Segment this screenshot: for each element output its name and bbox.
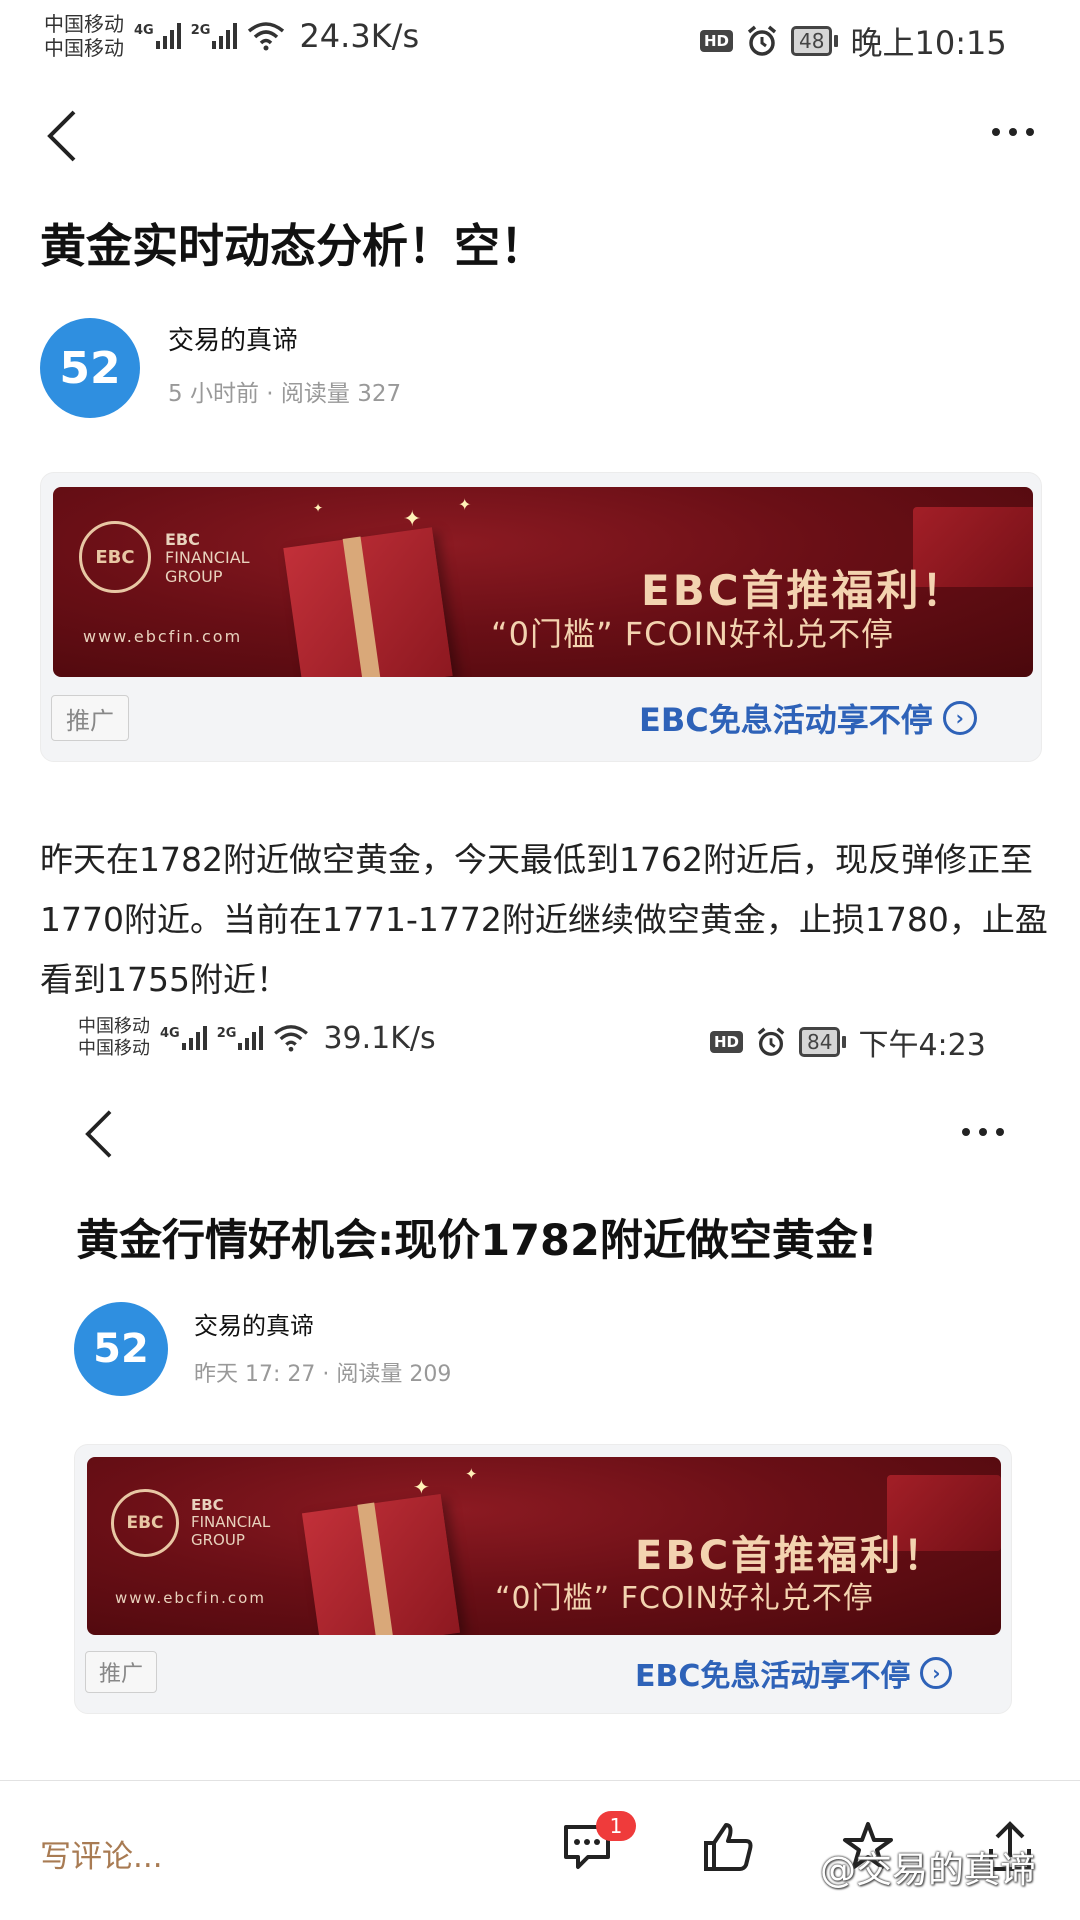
carrier-1: 中国移动: [78, 1016, 150, 1037]
network-speed: 39.1K/s: [323, 1020, 436, 1056]
signal-2g-icon: 2G: [217, 1026, 264, 1050]
ad-banner[interactable]: EBC EBC FINANCIAL GROUP www.ebcfin.com ✦…: [87, 1457, 1001, 1635]
back-arrow-icon[interactable]: [82, 1108, 114, 1160]
bottom-bar: 写评论... 1 @交易的真谛: [0, 1780, 1080, 1920]
alarm-icon: [757, 1027, 785, 1056]
article-body: 昨天在1782附近做空黄金，今天最低到1762附近后，现反弹修正至1770附近。…: [40, 840, 1048, 999]
network-speed: 24.3K/s: [299, 17, 420, 55]
ebc-logo-text: EBC FINANCIAL GROUP: [191, 1496, 271, 1549]
ebc-logo-text: EBC FINANCIAL GROUP: [165, 530, 250, 586]
battery-icon: 48: [791, 26, 839, 56]
carrier-2: 中国移动: [78, 1038, 150, 1059]
ad-subline: “0门槛” FCOIN好礼兑不停: [491, 615, 895, 653]
wifi-icon: [274, 1025, 309, 1052]
carrier-2: 中国移动: [44, 36, 124, 60]
signal-4g-icon: 4G: [134, 23, 181, 49]
sparkle-icon: ✦: [413, 1475, 430, 1499]
ebc-logo-icon: EBC: [111, 1489, 179, 1557]
sparkle-icon: ✦: [465, 1465, 478, 1483]
signal-2g-icon: 2G: [191, 23, 238, 49]
post-meta: 昨天 17: 27 · 阅读量 209: [194, 1362, 452, 1387]
clock: 下午4:23: [858, 1028, 986, 1063]
author-name[interactable]: 交易的真谛: [168, 320, 298, 357]
back-arrow-icon[interactable]: [44, 108, 78, 164]
carrier-1: 中国移动: [44, 12, 124, 36]
ebc-logo-icon: EBC: [79, 521, 151, 593]
sparkle-icon: ✦: [403, 507, 422, 532]
ad-card-2[interactable]: EBC EBC FINANCIAL GROUP www.ebcfin.com ✦…: [74, 1444, 1012, 1714]
status-right: HD 48 晚上10:15: [700, 18, 1007, 64]
carrier-names: 中国移动 中国移动: [78, 1016, 150, 1060]
ad-cta-link[interactable]: EBC免息活动享不停 ›: [639, 695, 977, 741]
carrier-names: 中国移动 中国移动: [44, 12, 124, 60]
chevron-right-icon: ›: [942, 701, 977, 735]
sparkle-icon: ✦: [458, 495, 472, 514]
more-options-icon[interactable]: [962, 1128, 1004, 1136]
ad-url: www.ebcfin.com: [83, 627, 243, 646]
battery-icon: 84: [799, 1027, 847, 1057]
post-meta: 5 小时前 · 阅读量 327: [168, 381, 402, 407]
more-options-icon[interactable]: [992, 128, 1034, 136]
ad-subline: “0门槛” FCOIN好礼兑不停: [495, 1581, 874, 1616]
ad-banner[interactable]: EBC EBC FINANCIAL GROUP www.ebcfin.com ✦…: [53, 487, 1033, 677]
sparkle-icon: ✦: [313, 501, 324, 515]
comment-count-badge: 1: [596, 1811, 636, 1841]
ad-card[interactable]: EBC EBC FINANCIAL GROUP www.ebcfin.com ✦…: [40, 472, 1042, 762]
hd-icon: HD: [710, 1031, 744, 1053]
signal-4g-icon: 4G: [160, 1026, 207, 1050]
promo-tag: 推广: [85, 1651, 157, 1693]
author-name[interactable]: 交易的真谛: [194, 1306, 314, 1341]
watermark: @交易的真谛: [820, 1850, 1037, 1891]
hd-icon: HD: [700, 30, 734, 52]
comment-input[interactable]: 写评论...: [40, 1831, 163, 1876]
ad-cta-link[interactable]: EBC免息活动享不停 ›: [635, 1651, 953, 1695]
avatar[interactable]: 52: [74, 1302, 168, 1396]
ad-url: www.ebcfin.com: [115, 1589, 266, 1607]
wifi-icon: [248, 22, 285, 51]
alarm-icon: [747, 25, 777, 56]
article-title-2: 黄金行情好机会:现价1782附近做空黄金!: [76, 1216, 878, 1266]
avatar[interactable]: 52: [40, 318, 140, 418]
status-bar-2: 中国移动 中国移动 4G 2G 39.1K/s: [78, 1016, 436, 1060]
status-bar: 中国移动 中国移动 4G 2G 24.3K/s: [44, 12, 420, 60]
article-title: 黄金实时动态分析！空！: [40, 219, 546, 273]
status-right-2: HD 84 下午4:23: [710, 1020, 986, 1064]
clock: 晚上10:15: [850, 24, 1007, 62]
like-icon[interactable]: [700, 1819, 756, 1875]
chevron-right-icon: ›: [920, 1657, 953, 1689]
promo-tag: 推广: [51, 695, 129, 741]
